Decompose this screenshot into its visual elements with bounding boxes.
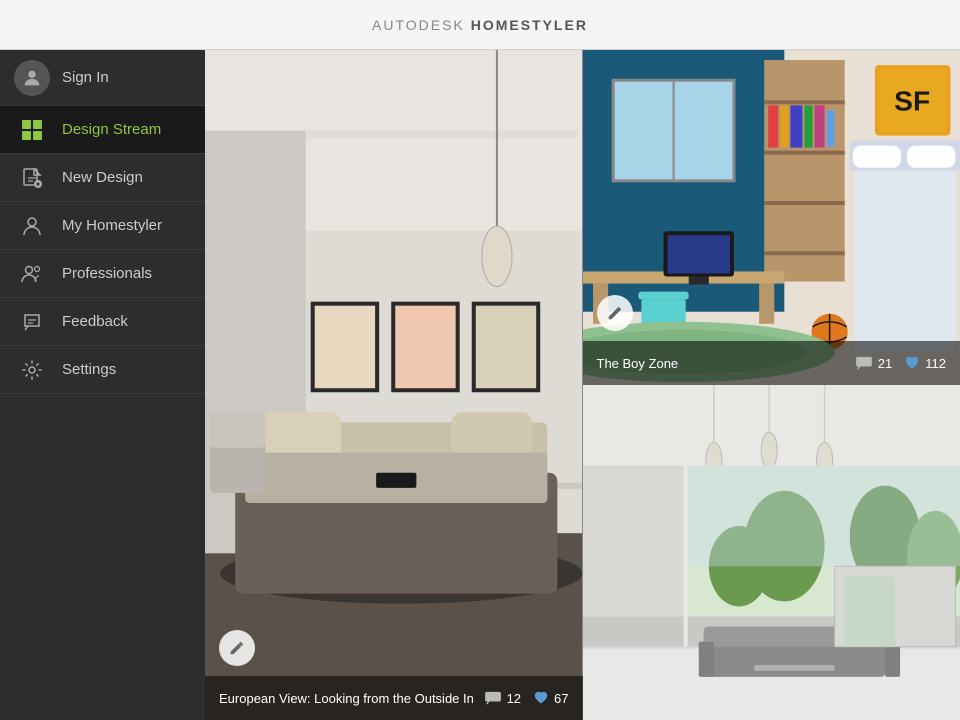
sidebar-item-label: Design Stream bbox=[62, 121, 161, 138]
sidebar-item-label: Feedback bbox=[62, 313, 128, 330]
sidebar-item-feedback[interactable]: Feedback bbox=[0, 298, 205, 346]
design-stream-icon bbox=[18, 116, 46, 144]
header: AUTODESK HOMESTYLER bbox=[0, 0, 960, 50]
sidebar-item-settings[interactable]: Settings bbox=[0, 346, 205, 394]
settings-icon bbox=[18, 356, 46, 384]
card-title: The Boy Zone bbox=[597, 356, 847, 371]
sidebar-item-new-design[interactable]: New Design bbox=[0, 154, 205, 202]
like-stat: 67 bbox=[533, 691, 568, 706]
comment-stat: 21 bbox=[855, 356, 892, 371]
sidebar-item-my-homestyler[interactable]: My Homestyler bbox=[0, 202, 205, 250]
app-title: AUTODESK HOMESTYLER bbox=[372, 17, 588, 33]
sidebar-item-label: Professionals bbox=[62, 265, 152, 282]
like-count: 112 bbox=[925, 356, 946, 371]
sidebar-item-professionals[interactable]: Professionals bbox=[0, 250, 205, 298]
new-design-icon bbox=[18, 164, 46, 192]
like-count: 67 bbox=[554, 691, 568, 706]
professionals-icon bbox=[18, 260, 46, 288]
sidebar: Sign In Design Stream New Design bbox=[0, 50, 205, 720]
avatar bbox=[14, 60, 50, 96]
svg-text:SF: SF bbox=[894, 84, 930, 116]
my-homestyler-icon bbox=[18, 212, 46, 240]
sidebar-signin[interactable]: Sign In bbox=[0, 50, 205, 106]
card-stats: 21 112 bbox=[855, 356, 946, 371]
sidebar-item-design-stream[interactable]: Design Stream bbox=[0, 106, 205, 154]
card-overlay-boyzone: The Boy Zone 21 112 bbox=[583, 341, 960, 385]
feedback-icon bbox=[18, 308, 46, 336]
sidebar-item-label: New Design bbox=[62, 169, 143, 186]
edit-badge-boyzone bbox=[597, 295, 633, 331]
comment-count: 12 bbox=[507, 691, 521, 706]
edit-badge bbox=[219, 630, 255, 666]
like-stat: 112 bbox=[904, 356, 946, 371]
sidebar-item-label: Settings bbox=[62, 361, 116, 378]
card-title: European View: Looking from the Outside … bbox=[219, 691, 476, 706]
card-stats: 12 67 bbox=[484, 691, 569, 706]
card-overlay-bedroom: European View: Looking from the Outside … bbox=[205, 676, 583, 720]
comment-stat: 12 bbox=[484, 691, 521, 706]
comment-count: 21 bbox=[878, 356, 892, 371]
sidebar-item-label: My Homestyler bbox=[62, 217, 162, 234]
design-card-boyzone[interactable]: SF The Boy Zone 21 bbox=[583, 50, 960, 385]
design-card-bedroom[interactable]: European View: Looking from the Outside … bbox=[205, 50, 583, 720]
main-content: European View: Looking from the Outside … bbox=[205, 50, 960, 720]
signin-label: Sign In bbox=[62, 69, 109, 86]
design-card-modern[interactable] bbox=[583, 385, 960, 720]
